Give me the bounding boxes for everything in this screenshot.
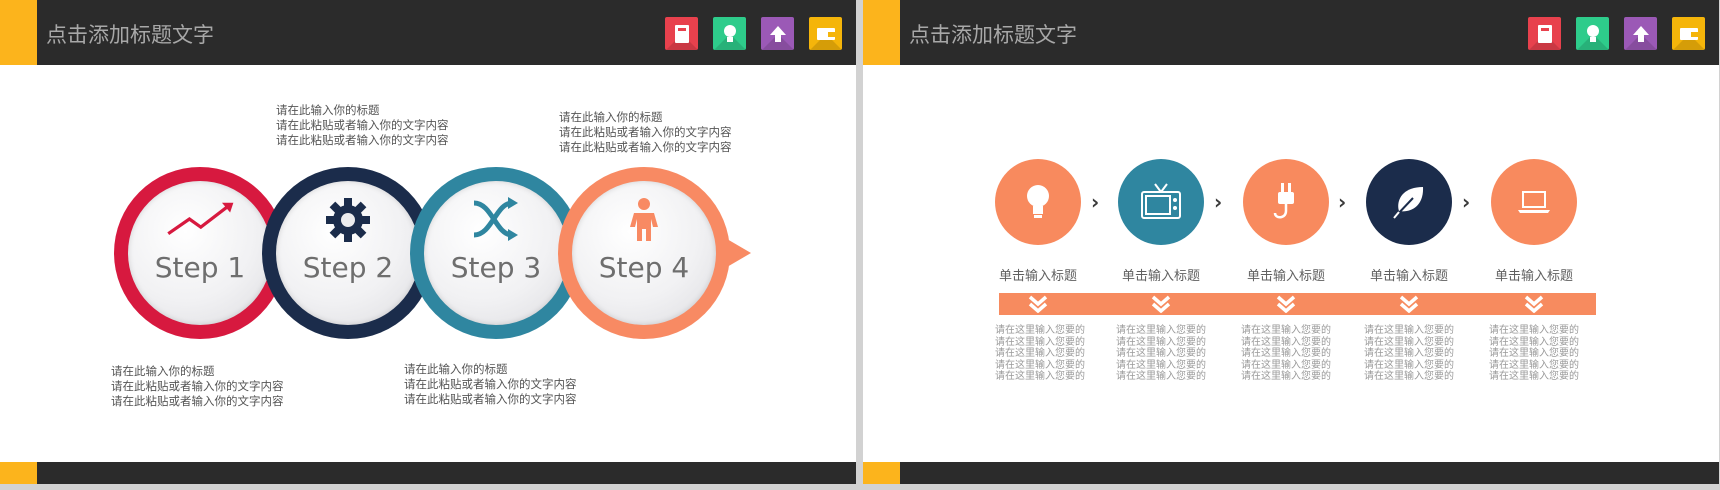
slide-right: 点击添加标题文字 › › › › 单击输入标题 单击输入标题 单击输入标题 单击…: [863, 0, 1719, 484]
step-4-text[interactable]: 请在此输入你的标题 请在此粘贴或者输入你的文字内容 请在此粘贴或者输入你的文字内…: [559, 110, 732, 155]
header-accent-bar: [863, 0, 900, 65]
flow-item-5-title[interactable]: 单击输入标题: [1479, 265, 1589, 284]
flow-item-1-desc[interactable]: 请在这里输入您要的请在这里输入您要的请在这里输入您要的请在这里输入您要的请在这里…: [995, 325, 1085, 383]
footer-accent-bar: [0, 462, 37, 484]
flow-item-1-title[interactable]: 单击输入标题: [983, 265, 1093, 284]
flow-item-3-circle[interactable]: [1243, 159, 1329, 245]
step-3-label: Step 3: [450, 251, 542, 284]
step-1-text[interactable]: 请在此输入你的标题 请在此粘贴或者输入你的文字内容 请在此粘贴或者输入你的文字内…: [111, 364, 284, 409]
person-icon: [609, 197, 679, 247]
trend-up-icon: [165, 197, 235, 247]
book-icon: [1528, 17, 1561, 50]
step-1-label: Step 1: [154, 251, 246, 284]
lightbulb-icon: [1027, 185, 1049, 218]
chevron-right-icon: ›: [1462, 190, 1471, 214]
chevron-right-icon: ›: [1091, 190, 1100, 214]
slide-footer: [0, 462, 856, 484]
text-title: 请在此输入你的标题: [276, 103, 380, 117]
flow-item-2-title[interactable]: 单击输入标题: [1106, 265, 1216, 284]
shuffle-icon: [461, 197, 531, 247]
slide-header: 点击添加标题文字: [863, 0, 1719, 65]
laptop-icon: [1518, 191, 1550, 213]
step-2-text[interactable]: 请在此输入你的标题 请在此粘贴或者输入你的文字内容 请在此粘贴或者输入你的文字内…: [276, 103, 449, 148]
text-line: 请在此粘贴或者输入你的文字内容: [111, 379, 284, 393]
text-line: 请在此粘贴或者输入你的文字内容: [559, 125, 732, 139]
slide-title[interactable]: 点击添加标题文字: [909, 19, 1077, 49]
step-4-pointer: [727, 239, 751, 267]
upload-arrow-icon: [1624, 17, 1657, 50]
chevron-down-icon: [1028, 295, 1048, 313]
flow-item-4-circle[interactable]: [1366, 159, 1452, 245]
flow-item-1-circle[interactable]: [995, 159, 1081, 245]
slide-header: 点击添加标题文字: [0, 0, 856, 65]
step-4-label: Step 4: [598, 251, 690, 284]
step-2-circle[interactable]: Step 2: [262, 167, 434, 339]
flow-bar: [999, 293, 1596, 315]
text-line: 请在此粘贴或者输入你的文字内容: [404, 377, 577, 391]
text-title: 请在此输入你的标题: [111, 364, 215, 378]
upload-arrow-icon: [761, 17, 794, 50]
lightbulb-icon: [1576, 17, 1609, 50]
flow-item-3-desc[interactable]: 请在这里输入您要的请在这里输入您要的请在这里输入您要的请在这里输入您要的请在这里…: [1241, 325, 1331, 383]
text-line: 请在此粘贴或者输入你的文字内容: [276, 118, 449, 132]
flow-item-2-circle[interactable]: [1118, 159, 1204, 245]
text-line: 请在此粘贴或者输入你的文字内容: [559, 140, 732, 154]
step-1-circle[interactable]: Step 1: [114, 167, 286, 339]
tv-icon: [1141, 183, 1181, 219]
chevron-down-icon: [1276, 295, 1296, 313]
flow-item-5-desc[interactable]: 请在这里输入您要的请在这里输入您要的请在这里输入您要的请在这里输入您要的请在这里…: [1489, 325, 1579, 383]
text-title: 请在此输入你的标题: [404, 362, 508, 376]
book-icon: [665, 17, 698, 50]
step-3-text[interactable]: 请在此输入你的标题 请在此粘贴或者输入你的文字内容 请在此粘贴或者输入你的文字内…: [404, 362, 577, 407]
flow-item-5-circle[interactable]: [1491, 159, 1577, 245]
slide-footer: [863, 462, 1719, 484]
chevron-right-icon: ›: [1338, 190, 1347, 214]
wallet-icon: [809, 17, 842, 50]
text-line: 请在此粘贴或者输入你的文字内容: [111, 394, 284, 408]
leaf-icon: [1393, 187, 1424, 219]
plug-icon: [1273, 183, 1294, 219]
chevron-down-icon: [1399, 295, 1419, 313]
header-accent-bar: [0, 0, 37, 65]
text-title: 请在此输入你的标题: [559, 110, 663, 124]
footer-accent-bar: [863, 462, 900, 484]
chevron-down-icon: [1524, 295, 1544, 313]
step-2-label: Step 2: [302, 251, 394, 284]
flow-item-3-title[interactable]: 单击输入标题: [1231, 265, 1341, 284]
slide-left: 点击添加标题文字 Step 1 Step 2 Step 3 Step 4 请在此…: [0, 0, 856, 484]
text-line: 请在此粘贴或者输入你的文字内容: [276, 133, 449, 147]
wallet-icon: [1672, 17, 1705, 50]
gear-icon: [313, 197, 383, 247]
flow-item-4-desc[interactable]: 请在这里输入您要的请在这里输入您要的请在这里输入您要的请在这里输入您要的请在这里…: [1364, 325, 1454, 383]
chevron-down-icon: [1151, 295, 1171, 313]
slide-title[interactable]: 点击添加标题文字: [46, 19, 214, 49]
step-3-circle[interactable]: Step 3: [410, 167, 582, 339]
step-4-circle[interactable]: Step 4: [558, 167, 730, 339]
lightbulb-icon: [713, 17, 746, 50]
text-line: 请在此粘贴或者输入你的文字内容: [404, 392, 577, 406]
chevron-right-icon: ›: [1214, 190, 1223, 214]
flow-item-4-title[interactable]: 单击输入标题: [1354, 265, 1464, 284]
flow-item-2-desc[interactable]: 请在这里输入您要的请在这里输入您要的请在这里输入您要的请在这里输入您要的请在这里…: [1116, 325, 1206, 383]
